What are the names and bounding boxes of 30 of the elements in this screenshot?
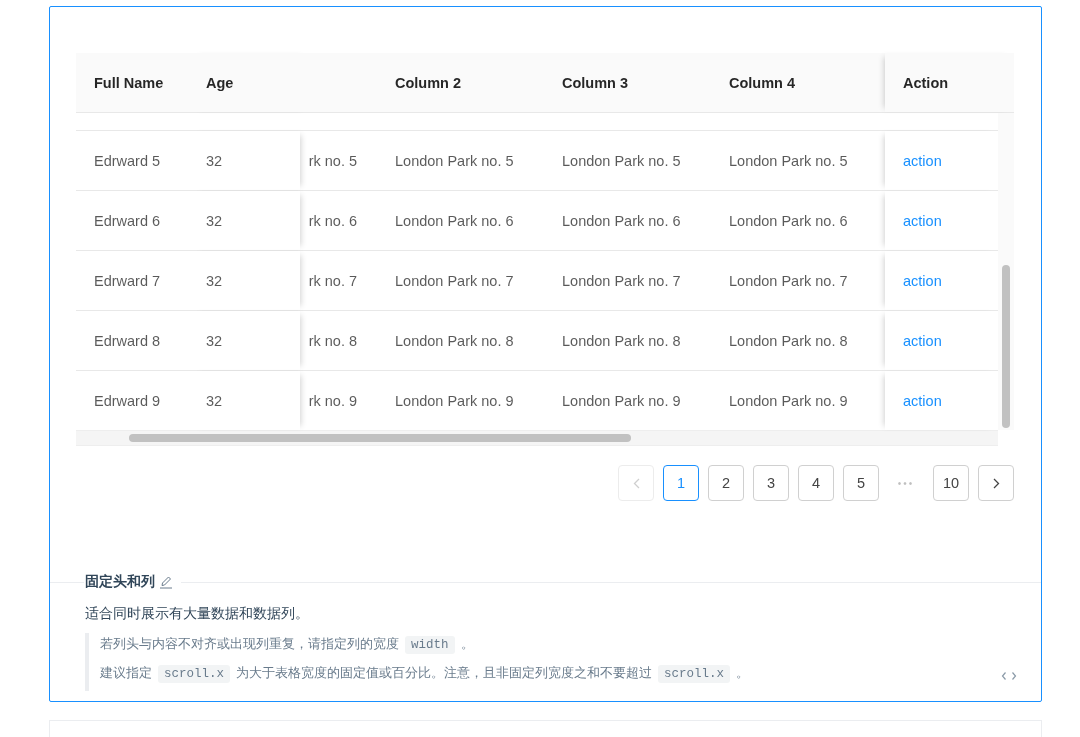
page-button[interactable]: 1 xyxy=(663,465,699,501)
ellipsis[interactable]: ••• xyxy=(888,465,924,501)
table-cell: 32 xyxy=(190,131,300,190)
action-link[interactable]: action xyxy=(903,392,942,409)
action-link[interactable]: action xyxy=(903,212,942,229)
action-link[interactable]: action xyxy=(903,152,942,169)
table-cell: 32 xyxy=(190,371,300,430)
demo-title: 固定头和列 xyxy=(84,573,156,591)
description: 适合同时展示有大量数据和数据列。 xyxy=(85,605,310,623)
page-button[interactable]: 4 xyxy=(798,465,834,501)
code-icon[interactable] xyxy=(1001,671,1017,681)
note-text: 建议指定 scroll.x 为大于表格宽度的固定值或百分比。注意，且非固定列宽度之和不要超过 scroll.x 。 xyxy=(100,664,751,685)
vertical-scrollbar[interactable] xyxy=(998,113,1014,430)
edit-icon[interactable] xyxy=(159,575,173,589)
action-link[interactable]: action xyxy=(903,332,942,349)
chevron-icon xyxy=(992,477,1000,489)
note-text: 若列头与内容不对齐或出现列重复，请指定列的宽度 width 。 xyxy=(100,635,475,656)
next-page-button[interactable] xyxy=(978,465,1014,501)
chevron-icon xyxy=(632,477,640,489)
table-cell: 32 xyxy=(190,251,300,310)
column-header: Action xyxy=(885,53,1014,112)
page-button[interactable]: 3 xyxy=(753,465,789,501)
table-cell: 32 xyxy=(190,311,300,370)
table-cell: 32 xyxy=(190,191,300,250)
page-button[interactable]: 5 xyxy=(843,465,879,501)
page-button[interactable]: 10 xyxy=(933,465,969,501)
action-link[interactable]: action xyxy=(903,272,942,289)
page-button[interactable]: 2 xyxy=(708,465,744,501)
horizontal-scrollbar[interactable] xyxy=(76,430,998,446)
column-header: Age xyxy=(190,53,300,112)
